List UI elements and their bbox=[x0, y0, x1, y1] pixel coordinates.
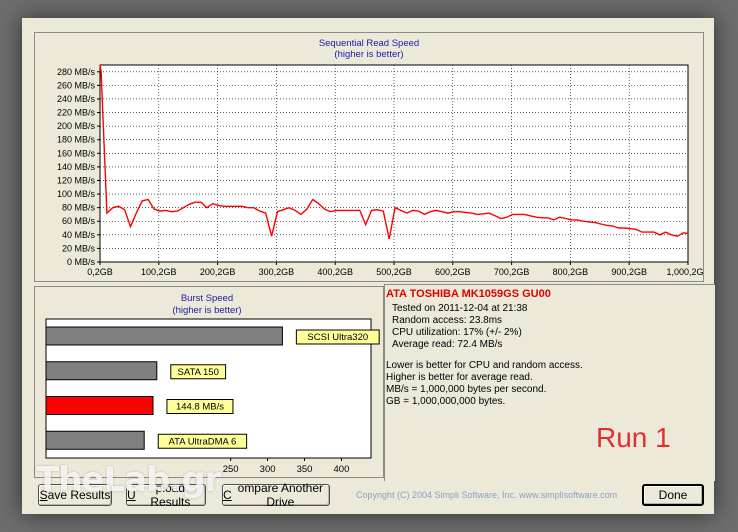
burst-bar bbox=[45, 430, 145, 450]
cpu-utilization-text: CPU utilization: 17% (+/- 2%) bbox=[392, 327, 522, 338]
burst-bar-label: SATA 150 bbox=[178, 367, 219, 378]
note-average: Higher is better for average read. bbox=[386, 372, 533, 383]
burst-bar bbox=[45, 396, 154, 415]
seq-y-tick-label: 0 MB/s bbox=[67, 257, 96, 267]
burst-x-tick-label: 300 bbox=[260, 464, 276, 475]
burst-x-tick-label: 400 bbox=[334, 464, 350, 475]
seq-y-tick-label: 20 MB/s bbox=[62, 243, 96, 253]
seq-y-tick-label: 140 MB/s bbox=[57, 162, 96, 172]
seq-y-tick-label: 60 MB/s bbox=[62, 216, 96, 226]
seq-chart-subtitle: (higher is better) bbox=[334, 49, 403, 60]
burst-bar-label: SCSI Ultra320 bbox=[307, 332, 368, 343]
note-mbs: MB/s = 1,000,000 bytes per second. bbox=[386, 384, 547, 395]
seq-y-tick-label: 180 MB/s bbox=[57, 135, 96, 145]
seq-x-tick-label: 500,2GB bbox=[376, 267, 412, 277]
seq-x-tick-label: 0,2GB bbox=[87, 267, 113, 277]
seq-x-tick-label: 800,2GB bbox=[553, 267, 589, 277]
seq-x-tick-label: 600,2GB bbox=[435, 267, 471, 277]
burst-speed-panel: Burst Speed (higher is better) SCSI Ultr… bbox=[34, 286, 384, 478]
seq-y-tick-label: 80 MB/s bbox=[62, 203, 96, 213]
seq-plot-area bbox=[99, 64, 689, 263]
seq-x-tick-label: 200,2GB bbox=[200, 267, 236, 277]
seq-x-tick-label: 300,2GB bbox=[259, 267, 295, 277]
seq-x-tick-label: 100,2GB bbox=[141, 267, 177, 277]
seq-chart-title: Sequential Read Speed bbox=[319, 38, 419, 49]
seq-x-tick-label: 1,000,2GB bbox=[666, 267, 703, 277]
compare-another-drive-button[interactable]: Compare Another Drive bbox=[222, 481, 330, 509]
random-access-text: Random access: 23.8ms bbox=[392, 315, 503, 326]
compare-label: ompare Another Drive bbox=[237, 481, 324, 509]
seq-y-tick-label: 200 MB/s bbox=[57, 121, 96, 131]
note-gb: GB = 1,000,000,000 bytes. bbox=[386, 396, 506, 407]
burst-x-tick-label: 250 bbox=[223, 464, 239, 475]
hd-tach-window: Sequential Read Speed (higher is better)… bbox=[22, 18, 715, 514]
burst-bar bbox=[45, 326, 283, 346]
seq-y-tick-label: 40 MB/s bbox=[62, 230, 96, 240]
seq-y-tick-label: 120 MB/s bbox=[57, 175, 96, 185]
burst-bar-label: ATA UltraDMA 6 bbox=[169, 436, 237, 447]
sequential-read-panel: Sequential Read Speed (higher is better)… bbox=[34, 32, 704, 282]
seq-x-tick-label: 900,2GB bbox=[611, 267, 647, 277]
tested-on-text: Tested on 2011-12-04 at 21:38 bbox=[392, 303, 528, 314]
note-cpu: Lower is better for CPU and random acces… bbox=[386, 360, 583, 371]
seq-y-tick-label: 280 MB/s bbox=[57, 67, 96, 77]
seq-y-tick-label: 100 MB/s bbox=[57, 189, 96, 199]
seq-y-tick-label: 160 MB/s bbox=[57, 148, 96, 158]
burst-x-tick-label: 350 bbox=[297, 464, 313, 475]
seq-x-tick-label: 700,2GB bbox=[494, 267, 530, 277]
burst-chart-subtitle: (higher is better) bbox=[172, 305, 241, 316]
burst-speed-chart: Burst Speed (higher is better) SCSI Ultr… bbox=[45, 293, 380, 475]
seq-y-tick-label: 260 MB/s bbox=[57, 80, 96, 90]
drive-name: ATA TOSHIBA MK1059GS GU00 bbox=[386, 288, 551, 300]
done-button[interactable]: Done bbox=[642, 484, 704, 506]
seq-y-tick-label: 240 MB/s bbox=[57, 94, 96, 104]
done-label: Done bbox=[658, 488, 688, 502]
copyright-text: Copyright (C) 2004 Simpli Software, Inc.… bbox=[356, 490, 618, 500]
sequential-read-chart: Sequential Read Speed (higher is better)… bbox=[57, 38, 703, 277]
burst-bar-label: 144.8 MB/s bbox=[176, 402, 224, 413]
seq-x-tick-label: 400,2GB bbox=[317, 267, 353, 277]
average-read-text: Average read: 72.4 MB/s bbox=[392, 339, 503, 350]
burst-bar bbox=[45, 361, 158, 381]
burst-chart-title: Burst Speed bbox=[181, 293, 233, 304]
thelab-watermark: TheLab.gr bbox=[36, 460, 221, 500]
run-label: Run 1 bbox=[596, 422, 671, 453]
seq-y-tick-label: 220 MB/s bbox=[57, 108, 96, 118]
compare-hotkey: C bbox=[223, 488, 232, 502]
